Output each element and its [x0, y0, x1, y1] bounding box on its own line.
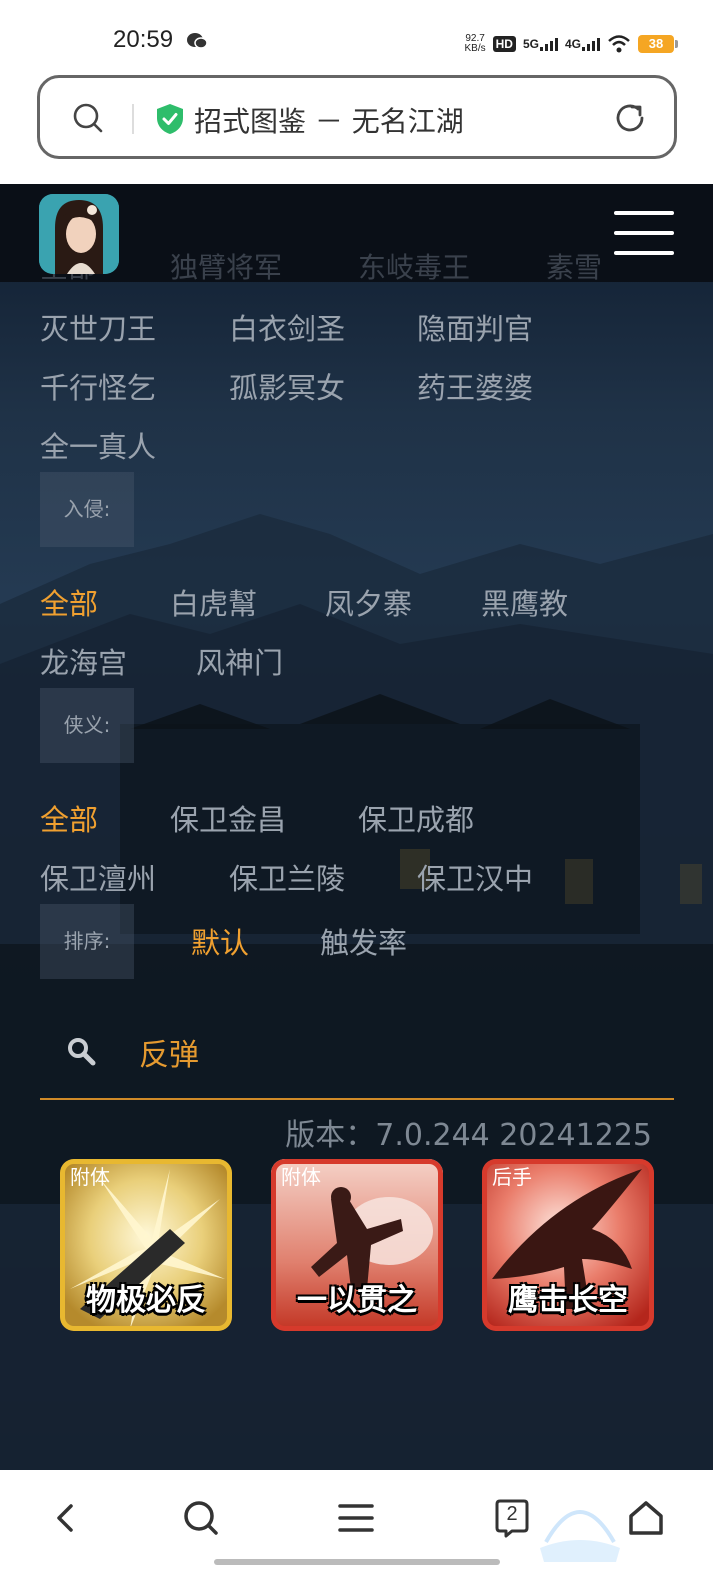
invasion-option[interactable]: 白虎幫 — [170, 581, 257, 623]
hd-badge: HD — [492, 36, 516, 52]
chivalry-option[interactable]: 保卫成都 — [358, 797, 474, 839]
invasion-option[interactable]: 龙海宫 — [40, 640, 127, 682]
search-input[interactable]: 反弹 — [139, 1030, 199, 1074]
browser-bottom-nav: 2 — [0, 1470, 720, 1584]
skill-search-field[interactable]: 反弹 — [40, 1014, 674, 1100]
shield-check-icon — [157, 104, 183, 134]
chivalry-option[interactable]: 保卫汉中 — [417, 856, 533, 898]
invasion-option[interactable]: 黑鹰教 — [481, 581, 568, 623]
home-icon[interactable] — [626, 1498, 666, 1538]
invasion-option-active[interactable]: 全部 — [40, 581, 98, 623]
gesture-bar[interactable] — [214, 1559, 500, 1565]
battery-indicator: 38 — [638, 35, 678, 53]
tabs-button[interactable]: 2 — [492, 1498, 532, 1538]
tab-count: 2 — [506, 1503, 518, 1525]
skill-type-tag: 附体 — [70, 1165, 110, 1189]
version-label: 版本：7.0.244 20241225 — [285, 1118, 652, 1153]
boss-option[interactable]: 隐面判官 — [417, 306, 533, 348]
status-time: 20:59 — [113, 26, 174, 53]
signal-4g: 4G — [565, 37, 600, 51]
sort-label: 排序: — [40, 904, 134, 979]
address-bar[interactable]: 招式图鉴 － 无名江湖 — [37, 75, 677, 159]
magnifier-icon[interactable] — [66, 1036, 98, 1068]
web-page-content: 全部 独臂将军 东岐毒王 素雪 灭世刀王 白衣剑圣 隐面判官 千行怪乞 孤影冥女… — [0, 184, 713, 1470]
hamburger-menu-icon[interactable] — [614, 211, 674, 257]
skill-type-tag: 后手 — [492, 1165, 532, 1189]
boss-option[interactable]: 全一真人 — [40, 424, 156, 466]
wifi-icon — [608, 35, 630, 53]
back-icon[interactable] — [47, 1498, 87, 1538]
skill-name: 一以贯之 — [297, 1283, 417, 1318]
chat-notification-icon — [187, 33, 208, 49]
boss-option[interactable]: 素雪 — [546, 246, 602, 286]
reload-icon[interactable] — [612, 100, 648, 136]
sort-option-default[interactable]: 默认 — [191, 920, 249, 962]
chivalry-option[interactable]: 保卫澶州 — [40, 856, 156, 898]
chivalry-option[interactable]: 保卫金昌 — [170, 797, 286, 839]
skill-type-tag: 附体 — [281, 1165, 321, 1189]
signal-5g: 5G — [523, 37, 558, 51]
boss-option[interactable]: 药王婆婆 — [417, 365, 533, 407]
chivalry-option-active[interactable]: 全部 — [40, 797, 98, 839]
boss-option[interactable]: 独臂将军 — [170, 246, 282, 286]
skill-card[interactable]: 附体 物极必反 — [60, 1159, 232, 1331]
search-icon[interactable] — [72, 102, 104, 134]
address-divider — [132, 104, 134, 134]
status-bar: 20:59 92.7 KB/s HD 5G 4G 38 — [0, 0, 720, 80]
boss-option[interactable]: 白衣剑圣 — [229, 306, 345, 348]
skill-name: 物极必反 — [86, 1283, 206, 1318]
skill-name: 鹰击长空 — [508, 1283, 628, 1318]
skill-card[interactable]: 后手 鹰击长空 — [482, 1159, 654, 1331]
boss-option[interactable]: 灭世刀王 — [40, 306, 156, 348]
page-scroll-gutter — [713, 184, 720, 1470]
boss-option[interactable]: 千行怪乞 — [40, 365, 156, 407]
sort-option-trigger-rate[interactable]: 触发率 — [320, 920, 407, 962]
invasion-option[interactable]: 风神门 — [196, 640, 283, 682]
chivalry-option[interactable]: 保卫兰陵 — [229, 856, 345, 898]
site-logo[interactable] — [39, 194, 119, 274]
menu-icon[interactable] — [336, 1498, 376, 1538]
search-icon[interactable] — [181, 1498, 221, 1538]
invasion-label: 入侵: — [40, 472, 134, 547]
chivalry-label: 侠义: — [40, 688, 134, 763]
skill-card[interactable]: 附体 一以贯之 — [271, 1159, 443, 1331]
boss-option[interactable]: 孤影冥女 — [229, 365, 345, 407]
decorative-overlay-icon — [540, 1510, 620, 1562]
invasion-option[interactable]: 凤夕寨 — [325, 581, 412, 623]
boss-option[interactable]: 东岐毒王 — [358, 246, 470, 286]
network-speed: 92.7 KB/s — [464, 33, 486, 54]
page-title[interactable]: 招式图鉴 － 无名江湖 — [194, 100, 464, 140]
